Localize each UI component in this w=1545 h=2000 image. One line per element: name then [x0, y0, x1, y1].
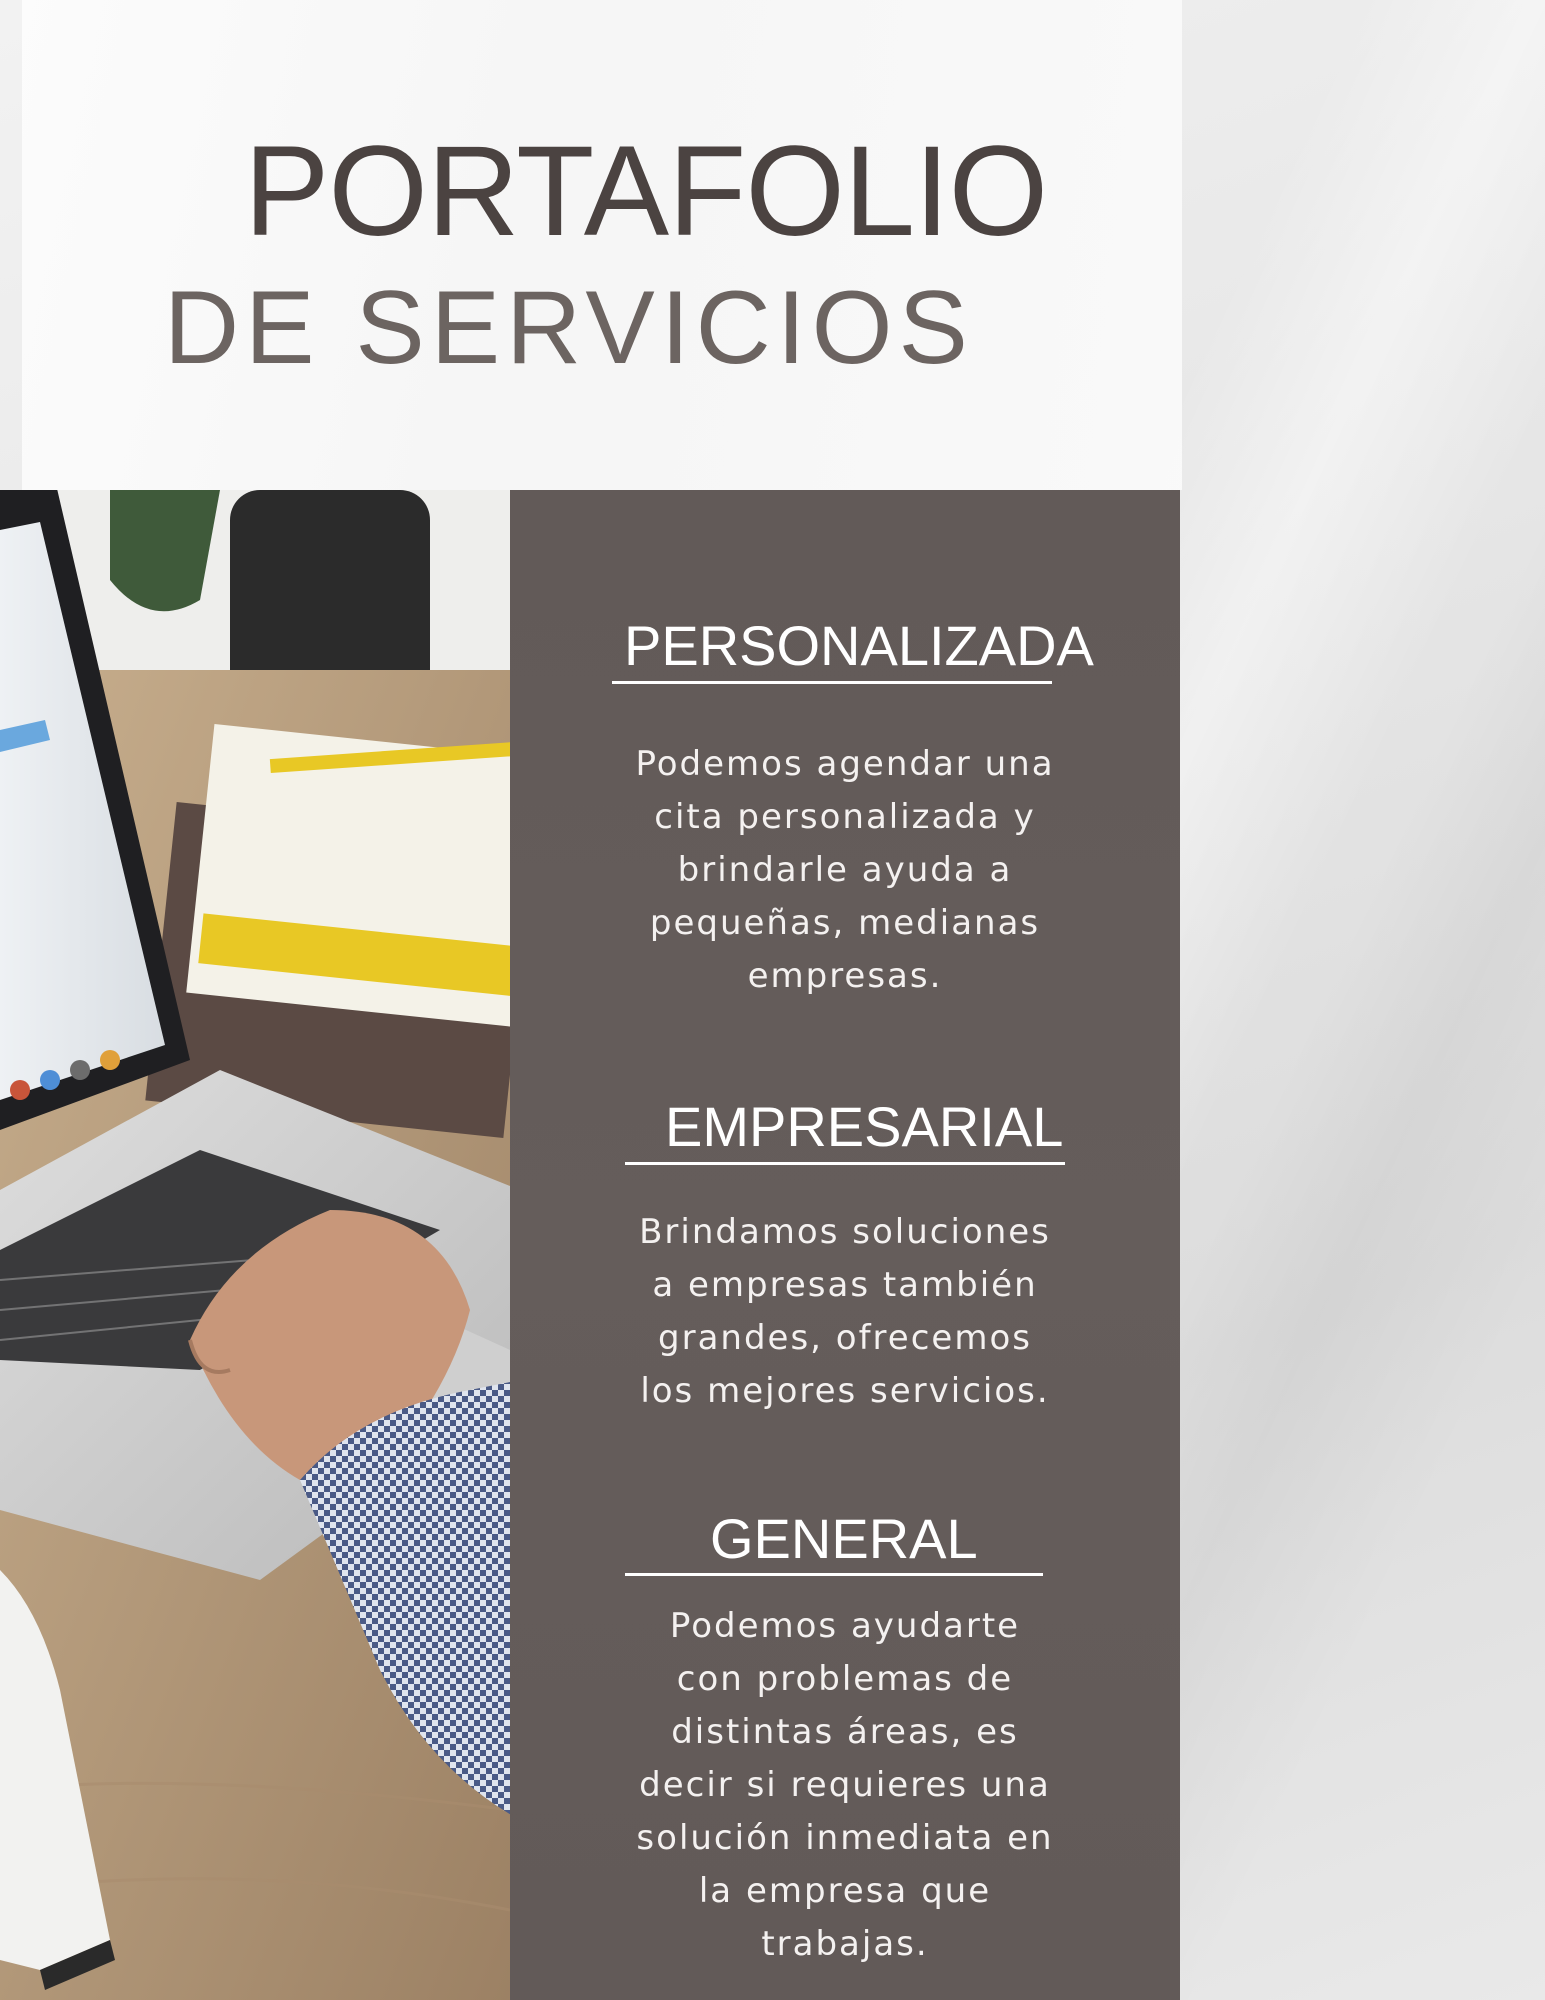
service-general: GENERAL Podemos ayudarte con problemas d…: [510, 490, 1180, 1964]
section-divider: [625, 1162, 1065, 1165]
page-title: PORTAFOLIO: [244, 120, 1048, 263]
page-subtitle: DE SERVICIOS: [164, 270, 974, 386]
section-text: Brindamos soluciones a empresas también …: [639, 1212, 1051, 1411]
laptop-photo: [0, 490, 510, 2000]
section-heading: EMPRESARIAL: [665, 1095, 1064, 1158]
section-heading: GENERAL: [710, 1507, 978, 1570]
section-text: Podemos ayudarte con problemas de distin…: [636, 1606, 1054, 1964]
section-divider: [625, 1573, 1043, 1576]
header-panel: PORTAFOLIO DE SERVICIOS: [22, 0, 1182, 490]
services-panel: PERSONALIZADA Podemos agendar una cita p…: [510, 490, 1180, 2000]
